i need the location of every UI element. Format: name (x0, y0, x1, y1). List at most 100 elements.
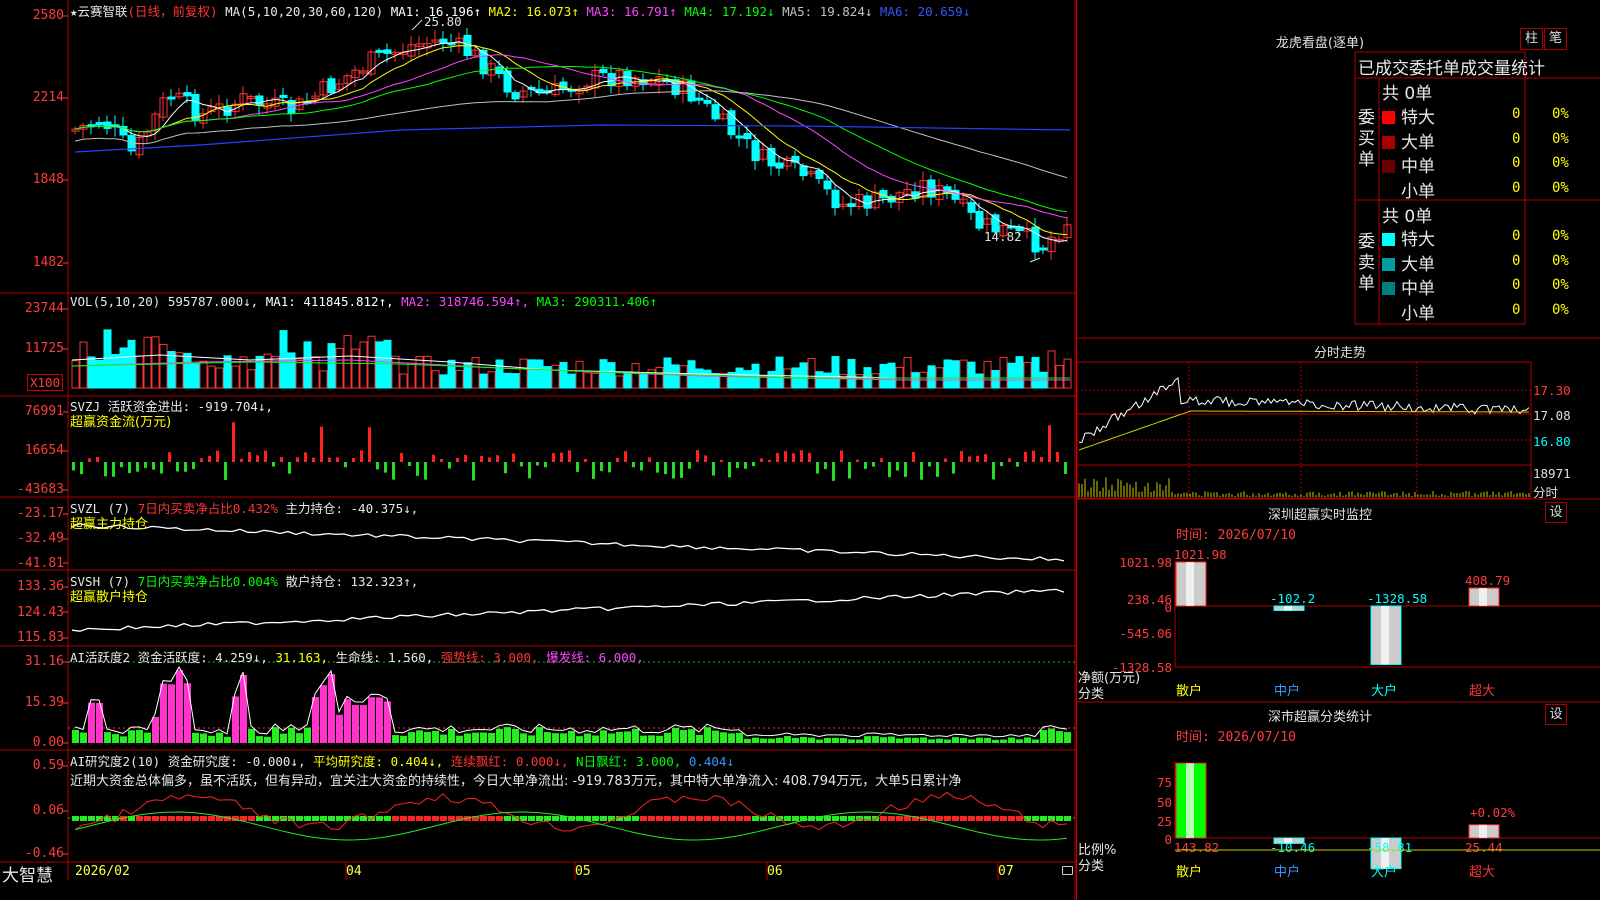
ai-activity-bar (608, 733, 615, 743)
volume-bar (79, 341, 88, 389)
ai-activity-bar (512, 728, 519, 743)
ai-activity-bar (872, 736, 879, 743)
research-bar (992, 816, 999, 821)
ai-activity-bar (120, 736, 127, 743)
row-count: 0 (1512, 301, 1521, 318)
ai-activity-bar (752, 737, 759, 743)
volume-bar (783, 368, 792, 389)
research-bar (88, 816, 95, 821)
kline-chart-area[interactable]: ★云赛智联(日线，前复权) MA(5,10,20,30,60,120) MA1:… (0, 0, 1076, 900)
volume-bar (103, 329, 112, 389)
ai-activity-bar (712, 730, 719, 743)
sh-stats-settings-button[interactable]: 设 (1545, 704, 1567, 725)
volume-bar (447, 359, 456, 389)
bar-mode-button[interactable]: 柱 (1520, 28, 1543, 50)
ai-activity-bar (256, 736, 263, 743)
candle-body (735, 135, 744, 139)
svzj-outflow-bar (544, 462, 547, 468)
ai-activity-bar (448, 728, 455, 743)
svzj-inflow-bar (696, 450, 699, 462)
sell-row: 特大 0 0% (1382, 225, 1572, 250)
bar-value-label: -1328.58 (1367, 591, 1427, 606)
volume-bar (503, 372, 512, 389)
research-bar (848, 816, 855, 821)
bar-中户 (1273, 605, 1305, 611)
buy-total: 共 0单 (1382, 84, 1433, 104)
volume-bar (655, 366, 664, 389)
ai-activity-bar (624, 731, 631, 743)
svzj-inflow-bar (768, 459, 771, 462)
volume-bar (367, 335, 376, 389)
svzj-outflow-bar (752, 462, 755, 467)
volume-bar (495, 359, 504, 389)
ai-activity-bar (1032, 739, 1039, 743)
svzj-y-1: 76991 (24, 404, 64, 419)
candle-body (751, 140, 760, 162)
volume-bar (391, 355, 400, 389)
volume-bar (767, 370, 776, 389)
research-bar (400, 816, 407, 821)
ai-activity-bar (392, 735, 399, 743)
dragon-tiger-title: 龙虎看盘(逐单) (1275, 36, 1365, 51)
svzj-inflow-bar (624, 451, 627, 462)
pen-mode-button[interactable]: 笔 (1544, 28, 1567, 50)
research-bar (352, 816, 359, 821)
volume-bar (303, 341, 312, 389)
bar-散户 (1175, 561, 1207, 607)
volume-bar (855, 374, 864, 389)
research-bar (144, 816, 151, 821)
ai-activity-bar (520, 733, 527, 743)
bar-超大 (1468, 824, 1500, 839)
ai-activity-bar (744, 738, 751, 743)
research-bar (528, 816, 535, 821)
row-pct: 0% (1552, 155, 1569, 171)
sz-monitor-settings-button[interactable]: 设 (1545, 502, 1567, 523)
candle-body (703, 99, 712, 104)
svzj-outflow-bar (576, 462, 579, 472)
research-bar (248, 816, 255, 821)
svsh-sub: 超赢散户持仓 (70, 590, 149, 605)
ai-activity-bar (976, 737, 983, 743)
volume-bar (279, 330, 288, 389)
volume-bar (519, 358, 528, 389)
intraday-price-line (1078, 376, 1530, 443)
volume-bar (599, 359, 608, 389)
volume-bar (975, 373, 984, 389)
lock-icon[interactable] (1062, 866, 1073, 875)
volume-bar (319, 370, 328, 389)
research-bar (336, 816, 343, 821)
volume-bar (951, 360, 960, 389)
candle-body (743, 133, 752, 140)
row-count: 0 (1512, 277, 1521, 293)
svzj-outflow-bar (928, 462, 931, 467)
svzj-inflow-bar (352, 457, 355, 462)
svzj-outflow-bar (904, 462, 907, 477)
candle-body (279, 94, 288, 99)
bar-highlight (1186, 562, 1194, 606)
high-price-label: 25.80 (424, 14, 462, 29)
research-bar (192, 816, 199, 821)
svzj-outflow-bar (152, 462, 155, 470)
svzj-inflow-bar (808, 452, 811, 462)
row-pct: 0% (1552, 252, 1569, 269)
ai-activity-bar (152, 717, 159, 743)
svzj-outflow-bar (72, 462, 75, 471)
svzj-inflow-bar (760, 458, 763, 462)
ai-activity-bar (200, 733, 207, 743)
intraday-title: 分时走势 (1313, 346, 1366, 361)
volume-bar (399, 373, 408, 389)
volume-bar (175, 352, 184, 389)
svzj-inflow-bar (232, 422, 235, 462)
intraday-vol-unit: 分时 (1533, 485, 1559, 500)
vol-y-label-2: 11725 (24, 341, 64, 356)
volume-bar (215, 367, 224, 389)
svzl-line (71, 523, 1065, 562)
svzj-outflow-bar (272, 462, 275, 467)
ai-activity-bar (384, 701, 391, 743)
ai-activity-bar (208, 735, 215, 743)
research-bar (968, 816, 975, 821)
research-bar (136, 816, 143, 821)
svsh-y-2: 124.43 (17, 605, 64, 620)
ma-value-5: MA5: 19.824↓ (782, 4, 880, 19)
ai-activity-bar (776, 737, 783, 743)
